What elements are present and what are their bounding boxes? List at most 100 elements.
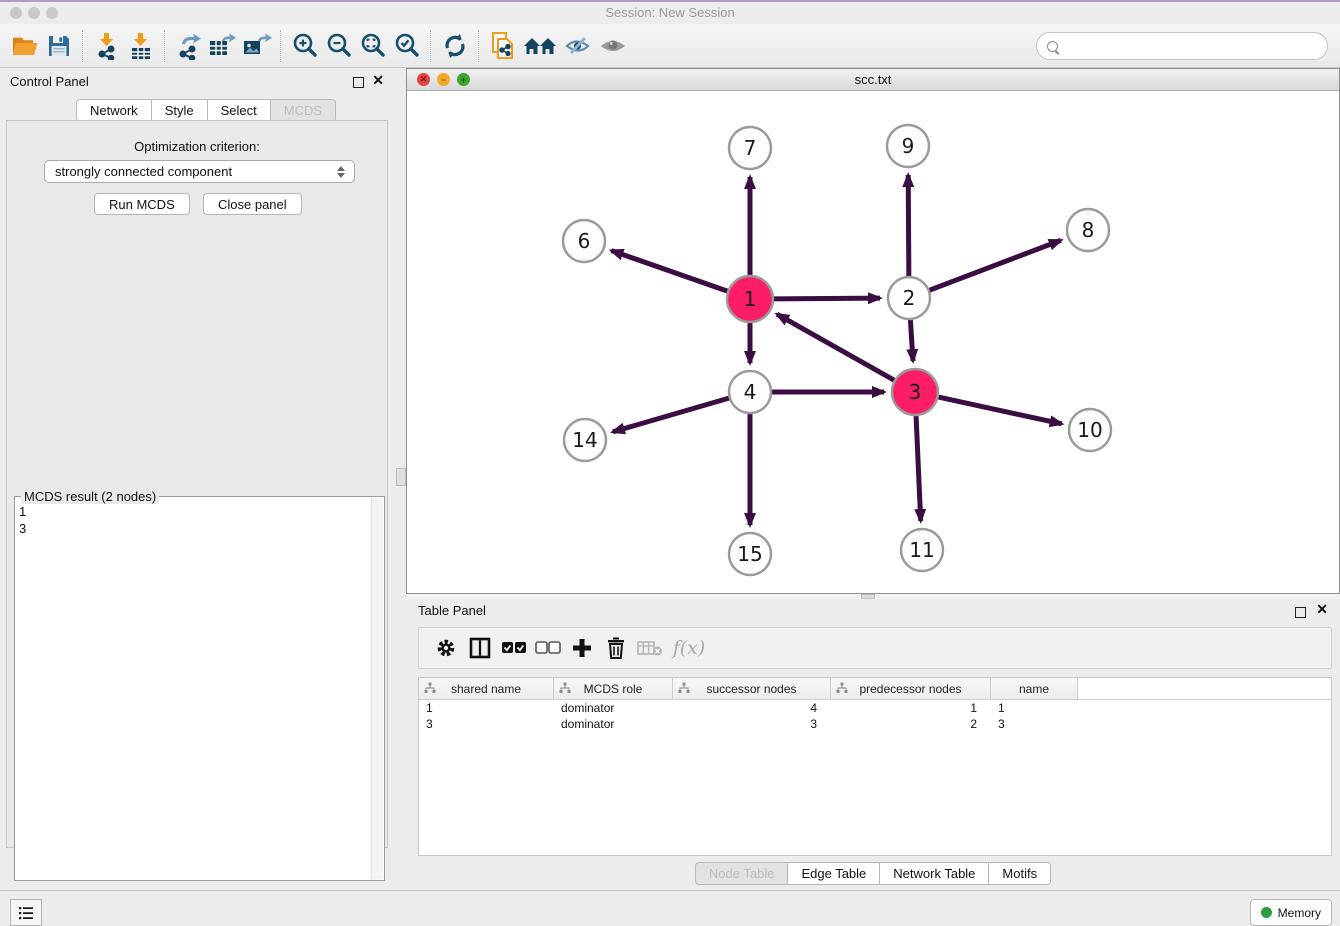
- cell-successor-nodes[interactable]: 3: [673, 716, 831, 732]
- mcds-result-group: MCDS result (2 nodes) 1 3: [14, 496, 385, 881]
- table-panel-tabs: Node TableEdge TableNetwork TableMotifs: [695, 862, 1051, 885]
- graph-node-15[interactable]: 15: [729, 533, 771, 575]
- create-column-button[interactable]: [565, 632, 599, 664]
- clone-network-button[interactable]: [486, 29, 520, 63]
- delete-column-button[interactable]: [599, 632, 633, 664]
- cell-predecessor-nodes[interactable]: 1: [831, 700, 991, 716]
- zoom-fit-button[interactable]: [356, 29, 390, 63]
- cell-predecessor-nodes[interactable]: 2: [831, 716, 991, 732]
- table-options-button[interactable]: [429, 632, 463, 664]
- export-image-button[interactable]: [240, 29, 274, 63]
- memory-label: Memory: [1278, 906, 1321, 920]
- tab-select[interactable]: Select: [208, 99, 271, 122]
- cell-shared-name[interactable]: 1: [419, 700, 554, 716]
- edge-3-1[interactable]: [777, 314, 894, 380]
- eye-icon: [598, 34, 628, 58]
- edge-2-9[interactable]: [908, 175, 909, 276]
- tab-style[interactable]: Style: [152, 99, 208, 122]
- tab-mcds[interactable]: MCDS: [271, 99, 336, 122]
- edge-3-11[interactable]: [916, 416, 921, 521]
- select-all-button[interactable]: [497, 632, 531, 664]
- tab-network-table[interactable]: Network Table: [880, 862, 989, 885]
- refresh-icon: [441, 32, 469, 60]
- graph-node-14[interactable]: 14: [564, 419, 606, 461]
- node-label-2: 2: [903, 286, 916, 310]
- list-icon: [18, 906, 34, 920]
- double-home-icon: [522, 34, 560, 58]
- cell-successor-nodes[interactable]: 4: [673, 700, 831, 716]
- float-panel-icon[interactable]: [353, 77, 364, 88]
- memory-status-icon: [1261, 907, 1272, 918]
- column-header-successor-nodes[interactable]: successor nodes: [673, 678, 831, 699]
- import-network-button[interactable]: [90, 29, 124, 63]
- export-table-button[interactable]: [206, 29, 240, 63]
- close-panel-button[interactable]: Close panel: [203, 193, 302, 215]
- graph-node-9[interactable]: 9: [887, 125, 929, 167]
- column-header-mcds-role[interactable]: MCDS role: [554, 678, 673, 699]
- memory-button[interactable]: Memory: [1250, 899, 1332, 926]
- edge-2-3[interactable]: [910, 320, 913, 361]
- edge-1-2[interactable]: [774, 298, 880, 299]
- graph-node-3[interactable]: 3: [892, 369, 938, 415]
- export-network-button[interactable]: [172, 29, 206, 63]
- close-panel-icon[interactable]: ✕: [1316, 601, 1328, 618]
- tab-node-table[interactable]: Node Table: [695, 862, 789, 885]
- delete-table-button-disabled: [633, 632, 667, 664]
- eye-button[interactable]: [596, 29, 630, 63]
- cell-name[interactable]: 1: [991, 700, 1078, 716]
- graph-node-8[interactable]: 8: [1067, 209, 1109, 251]
- splitter-handle[interactable]: [396, 468, 406, 486]
- column-header-name[interactable]: name: [991, 678, 1078, 699]
- cell-mcds-role[interactable]: dominator: [554, 700, 673, 716]
- graph-node-1[interactable]: 1: [727, 276, 773, 322]
- save-floppy-icon: [46, 33, 72, 59]
- column-header-predecessor-nodes[interactable]: predecessor nodes: [831, 678, 991, 699]
- graph-node-7[interactable]: 7: [729, 127, 771, 169]
- mcds-result-values: 1 3: [19, 503, 370, 878]
- result-scrollbar[interactable]: [371, 498, 383, 879]
- graph-node-4[interactable]: 4: [729, 371, 771, 413]
- double-home-button[interactable]: [520, 29, 562, 63]
- vertical-splitter[interactable]: [394, 68, 406, 890]
- node-table: shared nameMCDS rolesuccessor nodesprede…: [418, 677, 1332, 856]
- zoom-in-button[interactable]: [288, 29, 322, 63]
- graph-node-11[interactable]: 11: [901, 529, 943, 571]
- zoom-out-icon: [325, 32, 353, 60]
- network-graph-canvas[interactable]: 7 9 6 8 1 2 4 3 14 10 15 11: [407, 90, 1339, 593]
- open-session-button[interactable]: [8, 29, 42, 63]
- save-session-button[interactable]: [42, 29, 76, 63]
- tab-motifs[interactable]: Motifs: [989, 862, 1051, 885]
- table-row-2[interactable]: 3dominator323: [419, 716, 1331, 732]
- float-panel-icon[interactable]: [1295, 607, 1306, 618]
- edge-3-10[interactable]: [938, 397, 1061, 424]
- cell-name[interactable]: 3: [991, 716, 1078, 732]
- close-panel-icon[interactable]: ✕: [372, 72, 384, 89]
- run-mcds-button[interactable]: Run MCDS: [94, 193, 190, 215]
- node-label-6: 6: [578, 229, 591, 253]
- deselect-all-button[interactable]: [531, 632, 565, 664]
- graph-node-10[interactable]: 10: [1069, 409, 1111, 451]
- tab-network[interactable]: Network: [76, 99, 152, 122]
- edge-1-6[interactable]: [611, 251, 727, 292]
- node-label-15: 15: [737, 542, 762, 566]
- edge-2-8[interactable]: [930, 240, 1061, 290]
- graph-node-6[interactable]: 6: [563, 220, 605, 262]
- eye-slash-button[interactable]: [562, 29, 596, 63]
- graph-node-2[interactable]: 2: [888, 277, 930, 319]
- eye-slash-icon: [564, 34, 594, 58]
- table-row-1[interactable]: 1dominator411: [419, 700, 1331, 716]
- column-header-shared-name[interactable]: shared name: [419, 678, 554, 699]
- cell-mcds-role[interactable]: dominator: [554, 716, 673, 732]
- zoom-selected-button[interactable]: [390, 29, 424, 63]
- edge-4-14[interactable]: [613, 398, 729, 432]
- zoom-out-button[interactable]: [322, 29, 356, 63]
- show-column-panel-button[interactable]: [463, 632, 497, 664]
- optimization-criterion-select[interactable]: strongly connected component: [44, 160, 355, 183]
- show-task-history-button[interactable]: [10, 899, 42, 926]
- search-input[interactable]: [1066, 38, 1317, 55]
- cell-shared-name[interactable]: 3: [419, 716, 554, 732]
- import-table-button[interactable]: [124, 29, 158, 63]
- refresh-button[interactable]: [438, 29, 472, 63]
- tab-edge-table[interactable]: Edge Table: [788, 862, 880, 885]
- toolbar-separator: [478, 30, 480, 62]
